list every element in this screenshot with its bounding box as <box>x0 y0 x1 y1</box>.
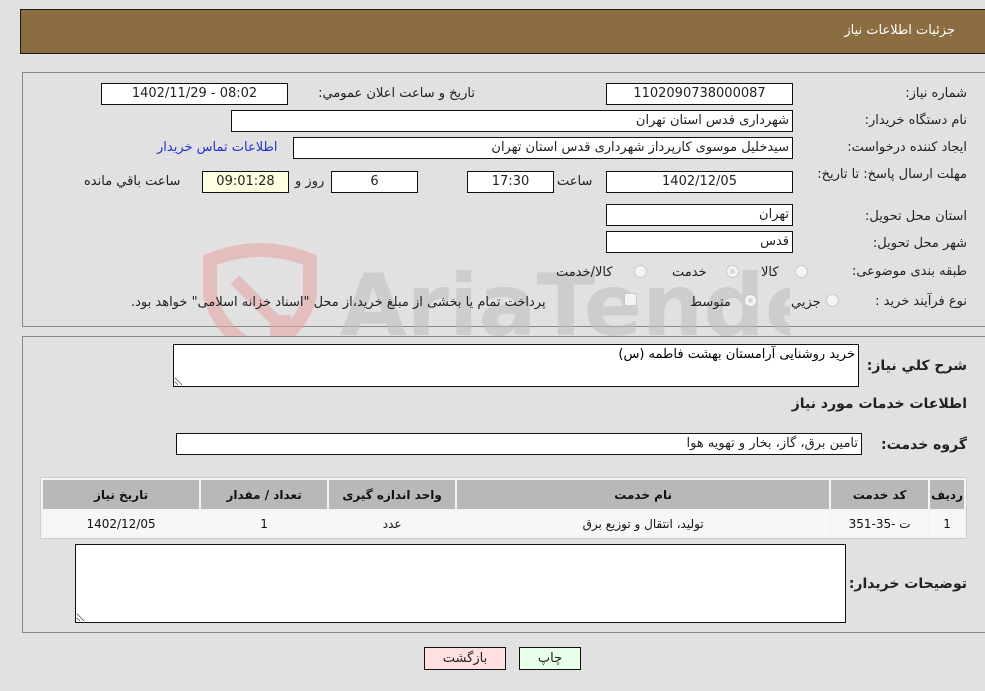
cell-quantity: 1 <box>201 511 328 536</box>
category-radio-goods[interactable] <box>795 265 808 278</box>
treasury-checkbox[interactable] <box>624 293 637 306</box>
delivery-city-label: شهر محل تحویل: <box>872 236 967 251</box>
remaining-time-label: ساعت باقي مانده <box>84 174 181 189</box>
services-table: ردیف کد خدمت نام خدمت واحد اندازه گیری ت… <box>40 477 967 539</box>
remaining-days-label: روز و <box>295 174 325 189</box>
service-group-label: گروه خدمت: <box>881 437 967 453</box>
cell-service-code: ت -35-351 <box>831 511 929 536</box>
remaining-time-field: 09:01:28 <box>202 171 289 193</box>
print-button[interactable]: چاپ <box>519 647 581 670</box>
description-label: شرح کلي نیاز: <box>866 358 967 374</box>
buyer-contact-link[interactable]: اطلاعات تماس خریدار <box>157 140 277 155</box>
category-radio-goods-service[interactable] <box>634 265 647 278</box>
requester-label: ایجاد کننده درخواست: <box>847 140 967 155</box>
category-option-service: خدمت <box>672 265 707 280</box>
cell-row-number: 1 <box>930 511 964 536</box>
col-header-service-name: نام خدمت <box>457 480 830 509</box>
deadline-time-label: ساعت <box>557 174 593 189</box>
table-header-row: ردیف کد خدمت نام خدمت واحد اندازه گیری ت… <box>43 480 964 509</box>
need-number-field: 1102090738000087 <box>606 83 793 105</box>
requester-field: سیدخلیل موسوی کارپرداز شهرداری قدس استان… <box>293 137 793 159</box>
col-header-service-code: کد خدمت <box>831 480 929 509</box>
deadline-time-field: 17:30 <box>467 171 554 193</box>
back-button[interactable]: بازگشت <box>424 647 506 670</box>
cell-need-date: 1402/12/05 <box>43 511 200 536</box>
buyer-notes-label: توضیحات خریدار: <box>848 576 967 592</box>
col-header-need-date: تاریخ نیاز <box>43 480 200 509</box>
page-title: جزئیات اطلاعات نیاز <box>844 23 955 38</box>
deadline-date-field: 1402/12/05 <box>606 171 793 193</box>
category-option-goods: کالا <box>761 265 779 280</box>
buyer-org-field: شهرداری قدس استان تهران <box>231 110 793 132</box>
process-option-minor: جزیي <box>791 295 821 310</box>
remaining-days-field: 6 <box>331 171 418 193</box>
delivery-province-field: تهران <box>606 204 793 226</box>
category-option-goods-service: کالا/خدمت <box>556 265 613 280</box>
process-radio-medium[interactable] <box>744 294 757 307</box>
purchase-process-label: نوع فرآیند خرید : <box>875 294 967 309</box>
table-row: 1 ت -35-351 تولید، انتقال و توزیع برق عد… <box>43 511 964 536</box>
buyer-notes-textarea[interactable] <box>75 544 846 623</box>
announce-datetime-field: 1402/11/29 - 08:02 <box>101 83 288 105</box>
treasury-note: پرداخت تمام یا بخشی از مبلغ خرید،از محل … <box>131 295 546 310</box>
need-number-label: شماره نیاز: <box>905 86 967 101</box>
process-radio-minor[interactable] <box>826 294 839 307</box>
deadline-label: مهلت ارسال پاسخ: تا تاریخ: <box>817 167 967 182</box>
announce-datetime-label: تاریخ و ساعت اعلان عمومي: <box>318 86 475 101</box>
buyer-org-label: نام دستگاه خریدار: <box>864 113 967 128</box>
col-header-row-number: ردیف <box>930 480 964 509</box>
services-section-title: اطلاعات خدمات مورد نیاز <box>791 396 967 412</box>
service-group-field: تامین برق، گاز، بخار و تهویه هوا <box>176 433 862 455</box>
col-header-quantity: تعداد / مقدار <box>201 480 328 509</box>
cell-unit: عدد <box>329 511 456 536</box>
col-header-unit: واحد اندازه گیری <box>329 480 456 509</box>
delivery-province-label: استان محل تحویل: <box>865 209 967 224</box>
page-header: جزئیات اطلاعات نیاز <box>20 9 985 54</box>
category-label: طبقه بندی موضوعی: <box>851 264 967 279</box>
cell-service-name: تولید، انتقال و توزیع برق <box>457 511 830 536</box>
category-radio-service[interactable] <box>726 265 739 278</box>
process-option-medium: متوسط <box>690 295 731 310</box>
delivery-city-field: قدس <box>606 231 793 253</box>
description-textarea[interactable]: خرید روشنایی آرامستان بهشت فاطمه (س) <box>173 344 859 387</box>
